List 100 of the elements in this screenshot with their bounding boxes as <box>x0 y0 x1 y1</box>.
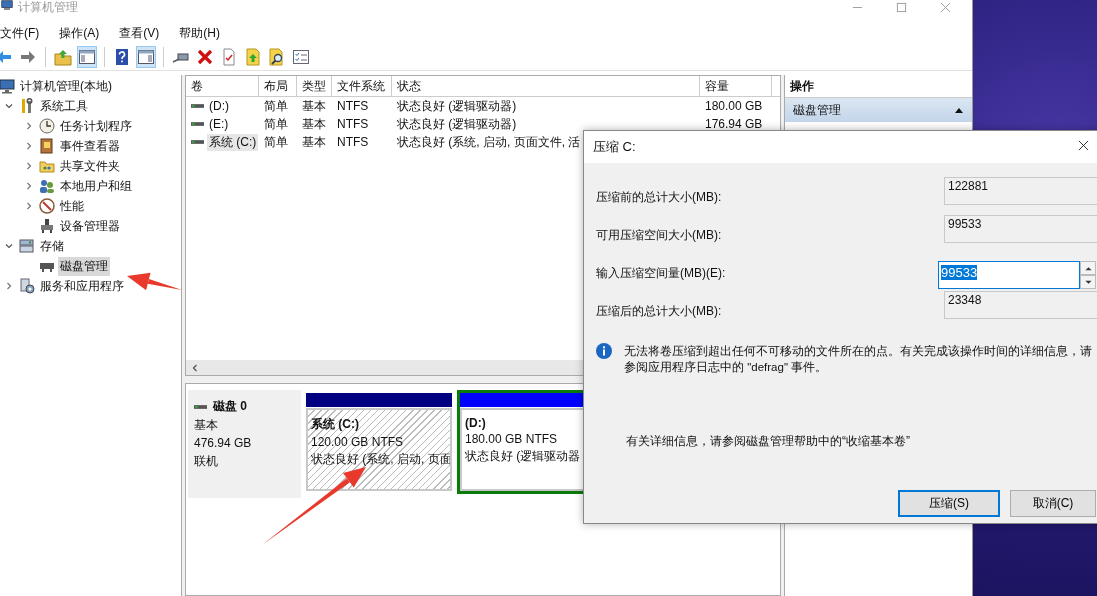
partition-size: 120.00 GB NTFS <box>311 435 405 449</box>
value-field: 99533 <box>944 215 1097 243</box>
triangle-down-icon <box>1084 279 1092 285</box>
tree-item[interactable]: 系统工具 <box>38 96 90 116</box>
menu-item[interactable]: 操作(A) <box>59 24 100 42</box>
drive-icon <box>191 121 204 127</box>
column-header[interactable]: 布局 <box>259 76 297 96</box>
table-cell: 状态良好 (系统, 启动, 页面文件, 活 <box>397 133 581 151</box>
column-header[interactable]: 卷 <box>186 76 259 96</box>
forward-arrow-icon <box>19 48 37 66</box>
chevron-down-icon[interactable] <box>4 101 14 111</box>
spin-down-button[interactable] <box>1080 275 1096 289</box>
collapse-triangle-icon[interactable] <box>954 106 964 114</box>
tree-item[interactable]: 本地用户和组 <box>58 176 134 196</box>
menu-item[interactable]: 帮助(H) <box>179 24 220 42</box>
book-icon <box>39 138 55 154</box>
column-header[interactable]: 状态 <box>392 76 700 96</box>
drive-icon <box>191 139 204 145</box>
table-cell: 状态良好 (逻辑驱动器) <box>397 115 517 133</box>
chevron-down-icon[interactable] <box>4 241 14 251</box>
table-cell: NTFS <box>337 99 369 113</box>
tree-item[interactable]: 事件查看器 <box>58 136 122 156</box>
delete-icon <box>196 48 214 66</box>
table-cell[interactable]: 系统 (C:) <box>207 133 259 151</box>
spin-up-button[interactable] <box>1080 261 1096 275</box>
tree-item[interactable]: 性能 <box>58 196 86 216</box>
column-header[interactable]: 类型 <box>297 76 332 96</box>
input-field[interactable]: 99533 <box>938 261 1080 289</box>
folder-icon <box>39 158 55 174</box>
field-label: 压缩前的总计大小(MB): <box>596 189 722 206</box>
storage-icon <box>19 238 35 254</box>
table-cell: 状态良好 (逻辑驱动器) <box>397 97 517 115</box>
window-title: 计算机管理 <box>18 0 78 14</box>
help-hint: 有关详细信息，请参阅磁盘管理帮助中的“收缩基本卷” <box>625 433 911 450</box>
toolbar-button[interactable] <box>77 46 97 68</box>
partition-name: (D:) <box>465 416 487 430</box>
chevron-right-icon[interactable] <box>24 201 34 211</box>
table-cell: 基本 <box>302 115 326 133</box>
table-cell: NTFS <box>337 135 369 149</box>
triangle-up-icon <box>1084 265 1092 271</box>
action-section-header[interactable]: 磁盘管理 <box>785 98 972 122</box>
field-label: 压缩后的总计大小(MB): <box>596 303 722 320</box>
table-cell: 简单 <box>264 115 288 133</box>
info-icon <box>596 343 612 359</box>
dialog-button[interactable]: 取消(C) <box>1010 490 1096 517</box>
column-header[interactable]: 容量 <box>700 76 772 96</box>
partition-name: 系统 (C:) <box>311 416 360 433</box>
gear-icon <box>19 278 35 294</box>
table-cell: 176.94 GB <box>705 117 763 131</box>
users-icon <box>39 178 55 194</box>
tree-item[interactable]: 设备管理器 <box>58 216 122 236</box>
table-cell: NTFS <box>337 117 369 131</box>
disk-size: 476.94 GB <box>194 435 253 451</box>
disk-status: 联机 <box>194 453 219 469</box>
chevron-right-icon[interactable] <box>24 121 34 131</box>
partition-status: 状态良好 (逻辑驱动器 <box>465 448 582 465</box>
close-icon <box>1078 140 1089 151</box>
chevron-right-icon[interactable] <box>24 181 34 191</box>
tree-item[interactable]: 计算机管理(本地) <box>18 76 114 96</box>
table-cell: 180.00 GB <box>705 99 763 113</box>
tree-item[interactable]: 服务和应用程序 <box>38 276 126 296</box>
table-cell[interactable]: (D:) <box>207 99 231 113</box>
column-header[interactable]: 文件系统 <box>332 76 392 96</box>
section-title: 磁盘管理 <box>793 101 841 119</box>
disk-type: 基本 <box>194 417 219 433</box>
chevron-right-icon[interactable] <box>24 161 34 171</box>
chevron-right-icon[interactable] <box>4 281 14 291</box>
disk-name: 磁盘 0 <box>213 398 247 415</box>
tools-icon <box>19 98 35 114</box>
menu-item[interactable]: 查看(V) <box>119 24 160 42</box>
help-icon <box>113 48 131 66</box>
info-message: 无法将卷压缩到超出任何不可移动的文件所在的点。有关完成该操作时间的详细信息，请参阅应用程序日志中的 "defrag" 事件。 <box>624 344 1093 375</box>
pane-icon <box>137 48 155 66</box>
menu-item[interactable]: 文件(F) <box>0 24 40 42</box>
computer-icon <box>0 78 15 94</box>
toolbar-button[interactable] <box>136 46 156 68</box>
table-cell: 基本 <box>302 97 326 115</box>
dialog-title: 压缩 C: <box>593 138 636 156</box>
tree-item[interactable]: 共享文件夹 <box>58 156 122 176</box>
checklist-icon <box>292 48 310 66</box>
chevron-left-icon[interactable] <box>191 363 199 372</box>
chevron-right-icon[interactable] <box>24 141 34 151</box>
value-field: 122881 <box>944 177 1097 205</box>
tree-item[interactable]: 磁盘管理 <box>58 256 110 276</box>
device-icon <box>39 218 55 234</box>
value-field: 23348 <box>944 291 1097 319</box>
dialog-button[interactable]: 压缩(S) <box>898 490 1000 517</box>
tree-item[interactable]: 存储 <box>38 236 66 256</box>
annotation-arrow <box>127 272 182 291</box>
drive-icon <box>191 103 204 109</box>
table-cell: 基本 <box>302 133 326 151</box>
document-check-icon <box>220 48 238 66</box>
tree-item[interactable]: 任务计划程序 <box>58 116 134 136</box>
table-cell: 简单 <box>264 133 288 151</box>
field-label: 输入压缩空间量(MB)(E): <box>596 265 726 282</box>
pane-icon <box>78 48 96 66</box>
gauge-icon <box>39 198 55 214</box>
computer-icon <box>0 0 14 12</box>
table-cell[interactable]: (E:) <box>207 117 231 131</box>
clock-icon <box>39 118 55 134</box>
